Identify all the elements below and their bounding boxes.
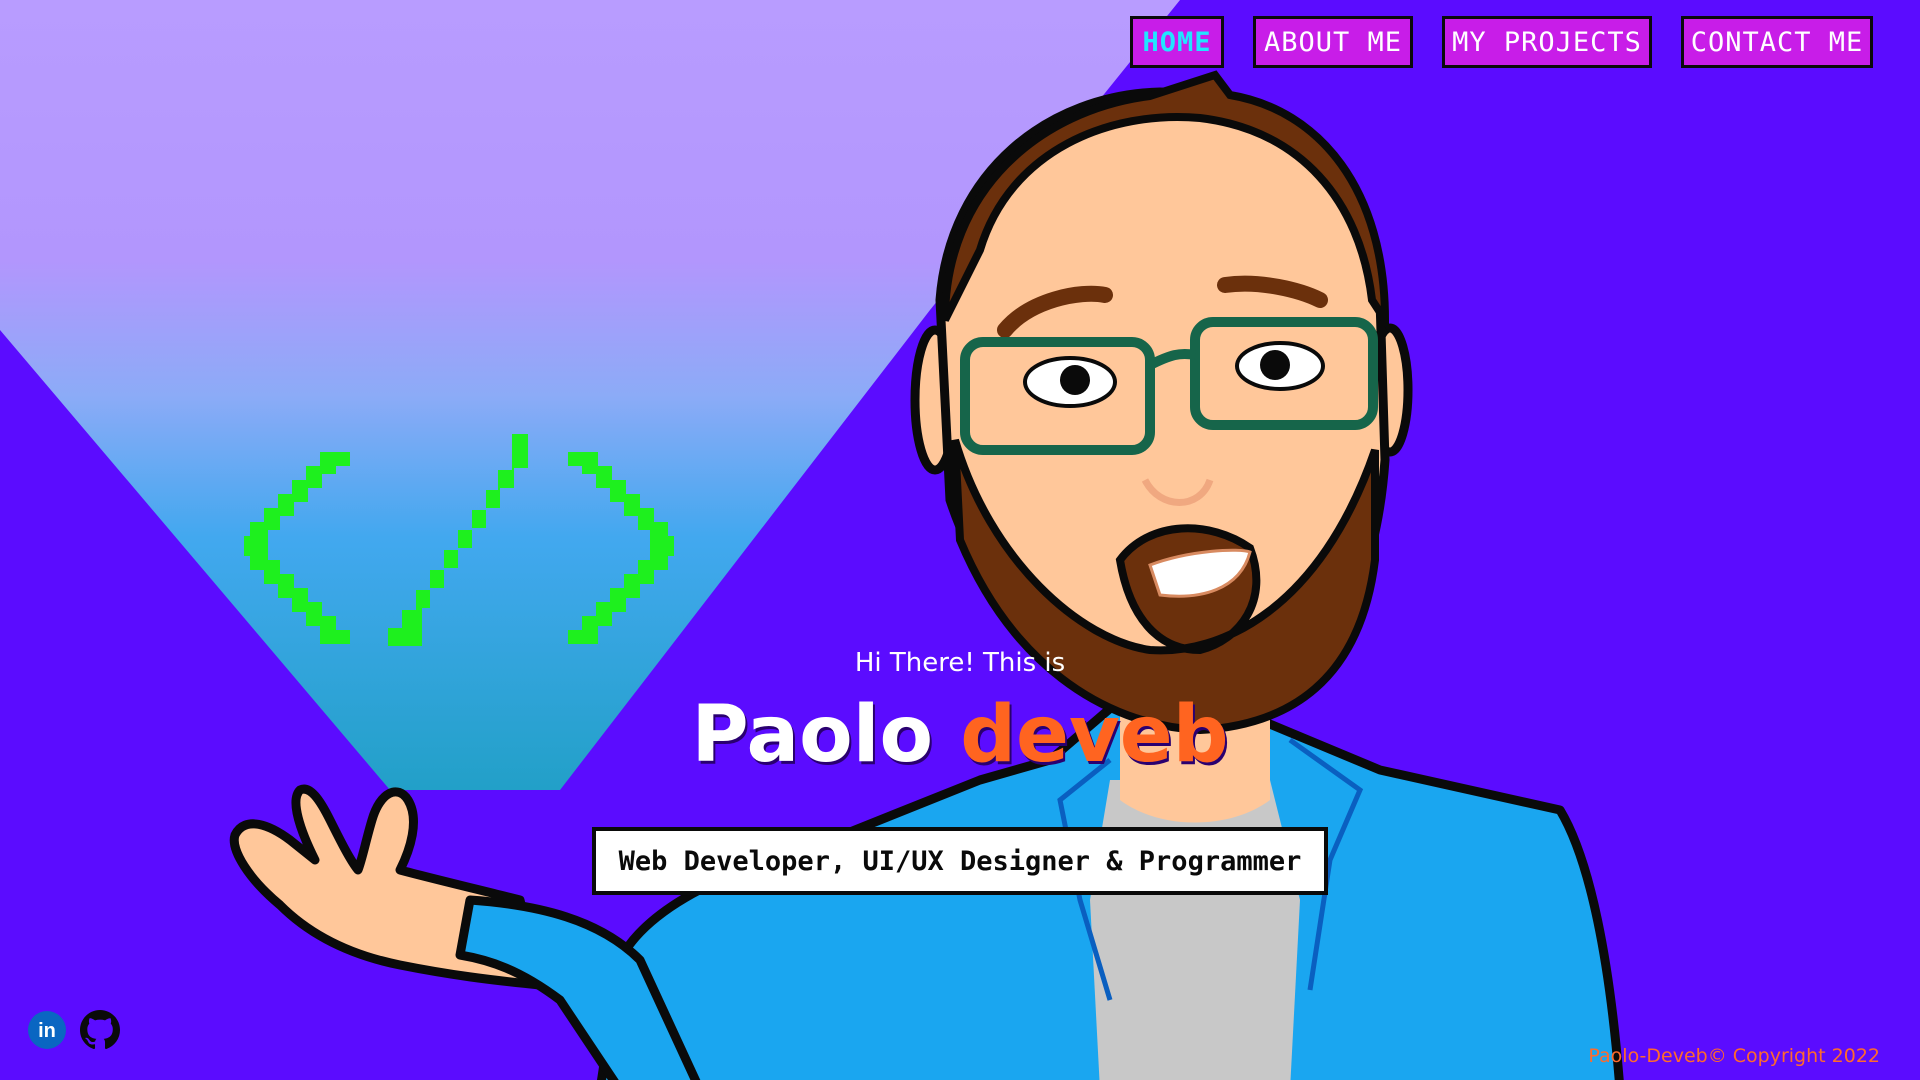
- linkedin-icon: in: [28, 1011, 66, 1049]
- nav-about-me[interactable]: ABOUT ME: [1253, 16, 1413, 68]
- linkedin-glyph: in: [38, 1020, 56, 1042]
- hero-name: Paolo deveb: [690, 690, 1230, 780]
- hero-tagline: Web Developer, UI/UX Designer & Programm…: [592, 827, 1328, 895]
- shirt: [1090, 780, 1300, 1080]
- github-icon: [80, 1010, 120, 1050]
- nav-my-projects[interactable]: MY PROJECTS: [1442, 16, 1652, 68]
- nav-home[interactable]: HOME: [1130, 16, 1224, 68]
- hero-illustration: [0, 0, 1624, 1080]
- nav-contact-me[interactable]: CONTACT ME: [1681, 16, 1873, 68]
- hero-greeting: Hi There! This is: [854, 648, 1066, 678]
- hero-first-name: Paolo: [691, 690, 934, 780]
- hero-last-name: deveb: [960, 690, 1229, 780]
- github-link[interactable]: [80, 1010, 120, 1050]
- linkedin-link[interactable]: in: [27, 1010, 67, 1050]
- copyright-text: Paolo-Deveb© Copyright 2022: [1588, 1045, 1880, 1067]
